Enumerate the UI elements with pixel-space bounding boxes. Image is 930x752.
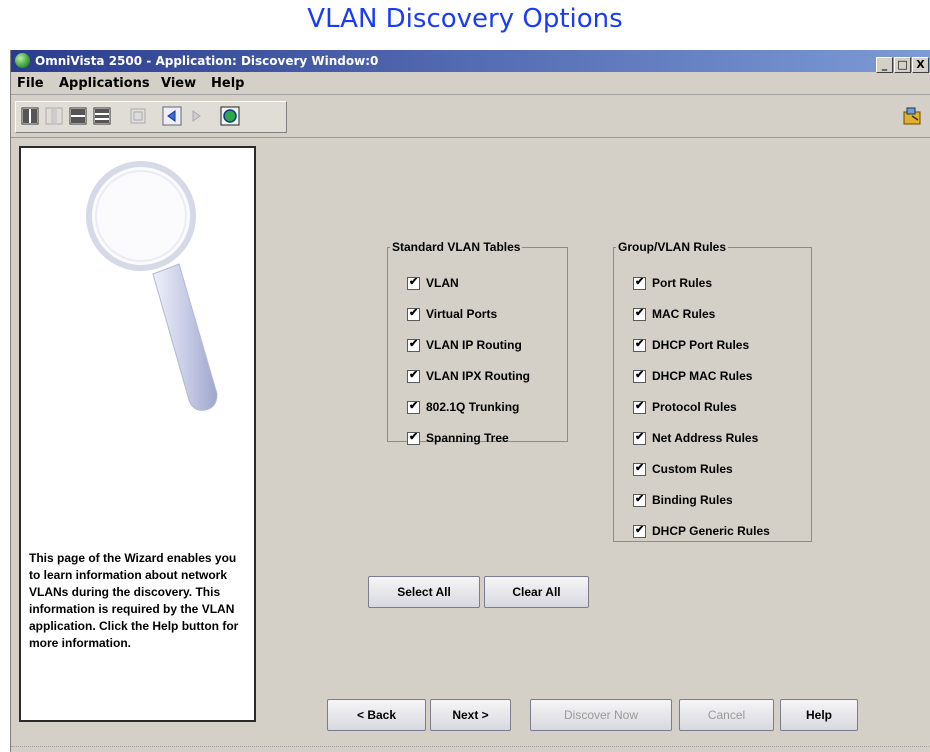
checkbox-checked-icon xyxy=(633,337,646,352)
checkbox-checked-icon xyxy=(407,337,420,352)
forward-disabled-icon xyxy=(192,110,201,122)
checkbox-net-address-rules[interactable]: Net Address Rules xyxy=(633,428,758,448)
checkbox-protocol-rules[interactable]: Protocol Rules xyxy=(633,397,737,417)
status-bar xyxy=(11,746,930,752)
clear-all-button[interactable]: Clear All xyxy=(484,576,589,608)
next-button[interactable]: Next > xyxy=(430,699,511,731)
checkbox-dhcp-port-rules[interactable]: DHCP Port Rules xyxy=(633,335,749,355)
cancel-button[interactable]: Cancel xyxy=(679,699,774,731)
split-vertical-icon[interactable] xyxy=(20,106,40,126)
split-horizontal-alt-icon[interactable] xyxy=(92,106,112,126)
checkbox-checked-icon xyxy=(633,430,646,445)
exit-icon[interactable] xyxy=(901,106,923,126)
discover-now-button[interactable]: Discover Now xyxy=(530,699,672,731)
help-button[interactable]: Help xyxy=(780,699,858,731)
checkbox-checked-icon xyxy=(407,306,420,321)
checkbox-label: VLAN IPX Routing xyxy=(426,369,530,383)
menu-view[interactable]: View xyxy=(161,76,196,91)
standard-vlan-tables-title: Standard VLAN Tables xyxy=(392,240,521,254)
checkbox-dhcp-generic-rules[interactable]: DHCP Generic Rules xyxy=(633,521,770,541)
checkbox-binding-rules[interactable]: Binding Rules xyxy=(633,490,733,510)
checkbox-checked-icon xyxy=(633,461,646,476)
app-window: OmniVista 2500 - Application: Discovery … xyxy=(10,50,930,752)
checkbox-label: Spanning Tree xyxy=(426,431,509,445)
split-horizontal-icon[interactable] xyxy=(68,106,88,126)
wizard-content: This page of the Wizard enables you to l… xyxy=(11,146,930,752)
back-button[interactable]: < Back xyxy=(327,699,426,731)
checkbox-spanning-tree[interactable]: Spanning Tree xyxy=(407,428,509,448)
checkbox-checked-icon xyxy=(407,368,420,383)
select-all-button[interactable]: Select All xyxy=(368,576,480,608)
checkbox-mac-rules[interactable]: MAC Rules xyxy=(633,304,715,324)
checkbox-virtual-ports[interactable]: Virtual Ports xyxy=(407,304,497,324)
checkbox-label: 802.1Q Trunking xyxy=(426,400,520,414)
page-title: VLAN Discovery Options xyxy=(307,4,623,34)
toolbar-button-group xyxy=(15,101,287,133)
checkbox-label: Net Address Rules xyxy=(652,431,759,445)
checkbox-vlan-ip-routing[interactable]: VLAN IP Routing xyxy=(407,335,522,355)
checkbox-label: Custom Rules xyxy=(652,462,733,476)
wizard-side-panel: This page of the Wizard enables you to l… xyxy=(19,146,256,722)
checkbox-label: VLAN xyxy=(426,276,459,290)
checkbox-8021q-trunking[interactable]: 802.1Q Trunking xyxy=(407,397,519,417)
panel-disabled-icon xyxy=(130,108,146,124)
close-button[interactable]: X xyxy=(912,57,929,73)
checkbox-checked-icon xyxy=(633,492,646,507)
toolbar xyxy=(11,97,930,138)
menu-file[interactable]: File xyxy=(17,76,44,91)
checkbox-checked-icon xyxy=(633,399,646,414)
menu-applications[interactable]: Applications xyxy=(59,76,150,91)
checkbox-label: MAC Rules xyxy=(652,307,716,321)
split-vertical-disabled-icon xyxy=(45,107,63,125)
checkbox-checked-icon xyxy=(633,368,646,383)
discover-icon[interactable] xyxy=(220,106,240,126)
checkbox-label: DHCP Generic Rules xyxy=(652,524,770,538)
checkbox-checked-icon xyxy=(633,306,646,321)
checkbox-dhcp-mac-rules[interactable]: DHCP MAC Rules xyxy=(633,366,752,386)
checkbox-label: VLAN IP Routing xyxy=(426,338,522,352)
minimize-button[interactable]: _ xyxy=(876,57,893,73)
menu-help[interactable]: Help xyxy=(211,76,244,91)
checkbox-checked-icon xyxy=(407,275,420,290)
checkbox-checked-icon xyxy=(633,275,646,290)
checkbox-checked-icon xyxy=(407,430,420,445)
magnifying-glass-illustration xyxy=(86,161,218,411)
group-vlan-rules-title: Group/VLAN Rules xyxy=(618,240,727,254)
checkbox-vlan-ipx-routing[interactable]: VLAN IPX Routing xyxy=(407,366,530,386)
checkbox-checked-icon xyxy=(633,523,646,538)
checkbox-label: Virtual Ports xyxy=(426,307,498,321)
checkbox-custom-rules[interactable]: Custom Rules xyxy=(633,459,733,479)
checkbox-port-rules[interactable]: Port Rules xyxy=(633,273,712,293)
back-icon[interactable] xyxy=(162,106,182,126)
checkbox-label: DHCP Port Rules xyxy=(652,338,750,352)
checkbox-label: Binding Rules xyxy=(652,493,733,507)
checkbox-label: Protocol Rules xyxy=(652,400,737,414)
checkbox-label: DHCP MAC Rules xyxy=(652,369,753,383)
maximize-button[interactable]: □ xyxy=(894,57,911,73)
omnivista-app-icon xyxy=(15,53,30,68)
checkbox-vlan[interactable]: VLAN xyxy=(407,273,459,293)
checkbox-checked-icon xyxy=(407,399,420,414)
window-title: OmniVista 2500 - Application: Discovery … xyxy=(35,54,379,68)
menu-bar: File Applications View Help xyxy=(11,72,930,95)
checkbox-label: Port Rules xyxy=(652,276,713,290)
window-titlebar[interactable]: OmniVista 2500 - Application: Discovery … xyxy=(11,50,930,73)
wizard-description: This page of the Wizard enables you to l… xyxy=(29,551,239,650)
